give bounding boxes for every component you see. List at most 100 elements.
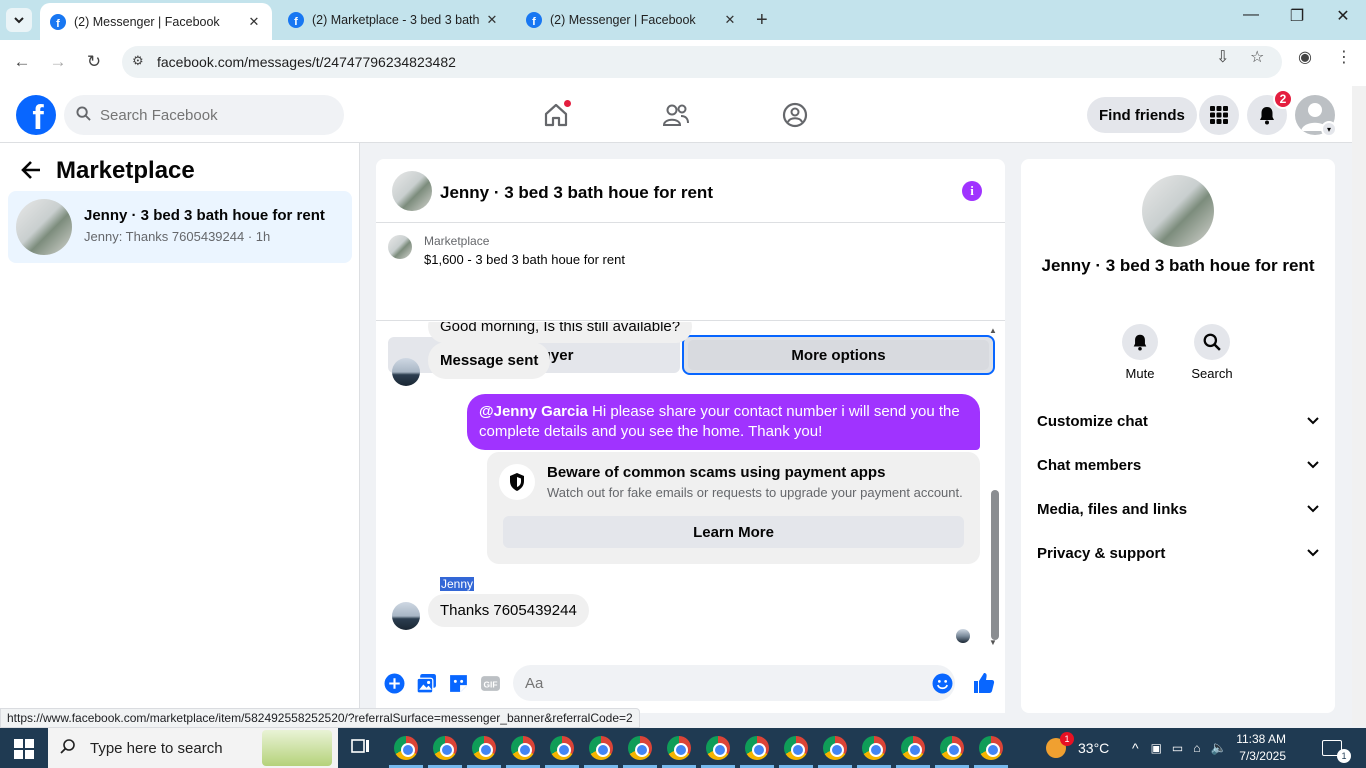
- close-tab-icon[interactable]: ✕: [482, 12, 502, 28]
- emoji-icon[interactable]: [931, 672, 953, 694]
- like-thumb-icon[interactable]: [971, 670, 997, 696]
- mute-button[interactable]: Mute: [1110, 324, 1170, 381]
- media-files-links-section[interactable]: Media, files and links: [1037, 491, 1319, 527]
- tab-messenger-active[interactable]: f (2) Messenger | Facebook ✕: [40, 3, 272, 40]
- meet-icon[interactable]: ▣: [1151, 741, 1162, 755]
- gif-icon[interactable]: GIF: [479, 672, 501, 694]
- bookmark-star-icon[interactable]: ☆: [1250, 47, 1264, 67]
- chrome-taskbar-icon[interactable]: [394, 736, 418, 760]
- profile-icon[interactable]: ◉: [1298, 47, 1312, 67]
- weather-widget[interactable]: 1 33°C: [1046, 728, 1109, 768]
- chrome-icon: [745, 736, 769, 760]
- windows-start-icon[interactable]: [14, 739, 34, 759]
- url-text[interactable]: facebook.com/messages/t/2474779623482348…: [157, 54, 456, 70]
- mention[interactable]: @Jenny Garcia: [479, 403, 588, 420]
- scroll-down-icon[interactable]: ▼: [989, 638, 997, 647]
- banner-listing[interactable]: $1,600 - 3 bed 3 bath houe for rent: [424, 252, 625, 267]
- facebook-search[interactable]: [64, 95, 344, 135]
- facebook-logo-icon[interactable]: f: [16, 95, 56, 135]
- customize-chat-section[interactable]: Customize chat: [1037, 403, 1319, 439]
- search-input[interactable]: [100, 103, 330, 127]
- chrome-taskbar-icon[interactable]: [589, 736, 613, 760]
- photo-icon[interactable]: [415, 672, 437, 694]
- chrome-taskbar-icon[interactable]: [550, 736, 574, 760]
- chrome-taskbar-icon[interactable]: [628, 736, 652, 760]
- chrome-taskbar-icon[interactable]: [745, 736, 769, 760]
- chrome-icon: [511, 736, 535, 760]
- banner-thumbnail[interactable]: [388, 235, 412, 259]
- message-scrollbar[interactable]: ▲ ▼: [989, 326, 1001, 648]
- chevron-up-icon[interactable]: ^: [1132, 740, 1139, 756]
- chat-members-section[interactable]: Chat members: [1037, 447, 1319, 483]
- chrome-taskbar-icon[interactable]: [862, 736, 886, 760]
- address-bar[interactable]: ⚙ facebook.com/messages/t/24747796234823…: [122, 46, 1282, 78]
- back-icon[interactable]: ←: [10, 52, 34, 72]
- chrome-icon: [628, 736, 652, 760]
- scroll-thumb[interactable]: [991, 490, 999, 640]
- conversation-item[interactable]: Jenny · 3 bed 3 bath houe for rent Jenny…: [8, 191, 352, 263]
- contact-name: Jenny · 3 bed 3 bath houe for rent: [1041, 256, 1315, 275]
- page-scrollbar[interactable]: [1352, 86, 1366, 726]
- home-nav-icon[interactable]: [536, 98, 576, 132]
- taskbar-search[interactable]: Type here to search: [48, 728, 338, 768]
- tab-search-dropdown[interactable]: [6, 8, 32, 32]
- search-label: Search: [1191, 366, 1233, 381]
- chat-thumbnail[interactable]: [392, 171, 432, 211]
- add-plus-icon[interactable]: [383, 672, 405, 694]
- chrome-taskbar-icon[interactable]: [979, 736, 1003, 760]
- sticker-icon[interactable]: [447, 672, 469, 694]
- notification-center-icon[interactable]: 1: [1322, 728, 1351, 768]
- account-caret-icon[interactable]: ▾: [1321, 121, 1337, 137]
- contact-photo[interactable]: [1142, 175, 1214, 247]
- tab-marketplace[interactable]: f (2) Marketplace - 3 bed 3 bath h ✕: [278, 0, 510, 40]
- info-icon[interactable]: i: [962, 181, 982, 201]
- chrome-icon: [862, 736, 886, 760]
- find-friends-button[interactable]: Find friends: [1087, 97, 1197, 133]
- scroll-up-icon[interactable]: ▲: [989, 326, 997, 335]
- chrome-taskbar-icon[interactable]: [823, 736, 847, 760]
- battery-icon[interactable]: ▭: [1172, 741, 1183, 755]
- notifications-button[interactable]: 2: [1247, 89, 1293, 135]
- contact-avatar[interactable]: [392, 602, 420, 630]
- search-conversation-button[interactable]: Search: [1182, 324, 1242, 381]
- chrome-taskbar-icon[interactable]: [472, 736, 496, 760]
- site-info-icon[interactable]: ⚙: [132, 53, 144, 69]
- close-tab-icon[interactable]: ✕: [720, 12, 740, 28]
- chrome-taskbar-icon[interactable]: [784, 736, 808, 760]
- learn-more-button[interactable]: Learn More: [503, 516, 964, 548]
- chrome-taskbar-icon[interactable]: [706, 736, 730, 760]
- chrome-taskbar-icon[interactable]: [940, 736, 964, 760]
- groups-nav-icon[interactable]: [775, 98, 815, 132]
- close-tab-icon[interactable]: ✕: [244, 14, 264, 30]
- chrome-taskbar-icon[interactable]: [511, 736, 535, 760]
- clock[interactable]: 11:38 AM 7/3/2025: [1226, 731, 1286, 765]
- chat-details-panel: Jenny · 3 bed 3 bath houe for rent Mute …: [1021, 159, 1335, 713]
- message-input-box[interactable]: [513, 665, 955, 701]
- chrome-taskbar-icon[interactable]: [433, 736, 457, 760]
- contact-avatar[interactable]: [392, 358, 420, 386]
- menu-grid-icon[interactable]: [1199, 95, 1239, 135]
- volume-icon[interactable]: 🔈: [1211, 740, 1227, 756]
- window-close-icon[interactable]: ✕: [1328, 6, 1358, 26]
- restore-icon[interactable]: ❐: [1282, 6, 1312, 26]
- section-label: Privacy & support: [1037, 544, 1166, 562]
- chat-title[interactable]: Jenny · 3 bed 3 bath houe for rent: [440, 183, 713, 203]
- install-app-icon[interactable]: ⇩: [1216, 47, 1229, 67]
- privacy-support-section[interactable]: Privacy & support: [1037, 535, 1319, 571]
- tab-messenger[interactable]: f (2) Messenger | Facebook ✕: [516, 0, 748, 40]
- forward-icon[interactable]: →: [46, 52, 70, 72]
- mute-label: Mute: [1125, 366, 1155, 381]
- minimize-icon[interactable]: —: [1236, 6, 1266, 24]
- message-input[interactable]: [525, 673, 905, 693]
- friends-nav-icon[interactable]: [656, 98, 696, 132]
- chrome-taskbar-icon[interactable]: [667, 736, 691, 760]
- network-icon[interactable]: ⌂: [1193, 741, 1200, 755]
- back-arrow-icon[interactable]: [20, 159, 42, 188]
- browser-menu-icon[interactable]: ⋮: [1336, 47, 1352, 67]
- scam-text: Watch out for fake emails or requests to…: [547, 485, 963, 500]
- chrome-taskbar-icon[interactable]: [901, 736, 925, 760]
- task-view-icon[interactable]: [350, 736, 374, 760]
- new-tab-icon[interactable]: +: [756, 9, 768, 32]
- reload-icon[interactable]: ↻: [82, 52, 106, 72]
- chrome-icon: [589, 736, 613, 760]
